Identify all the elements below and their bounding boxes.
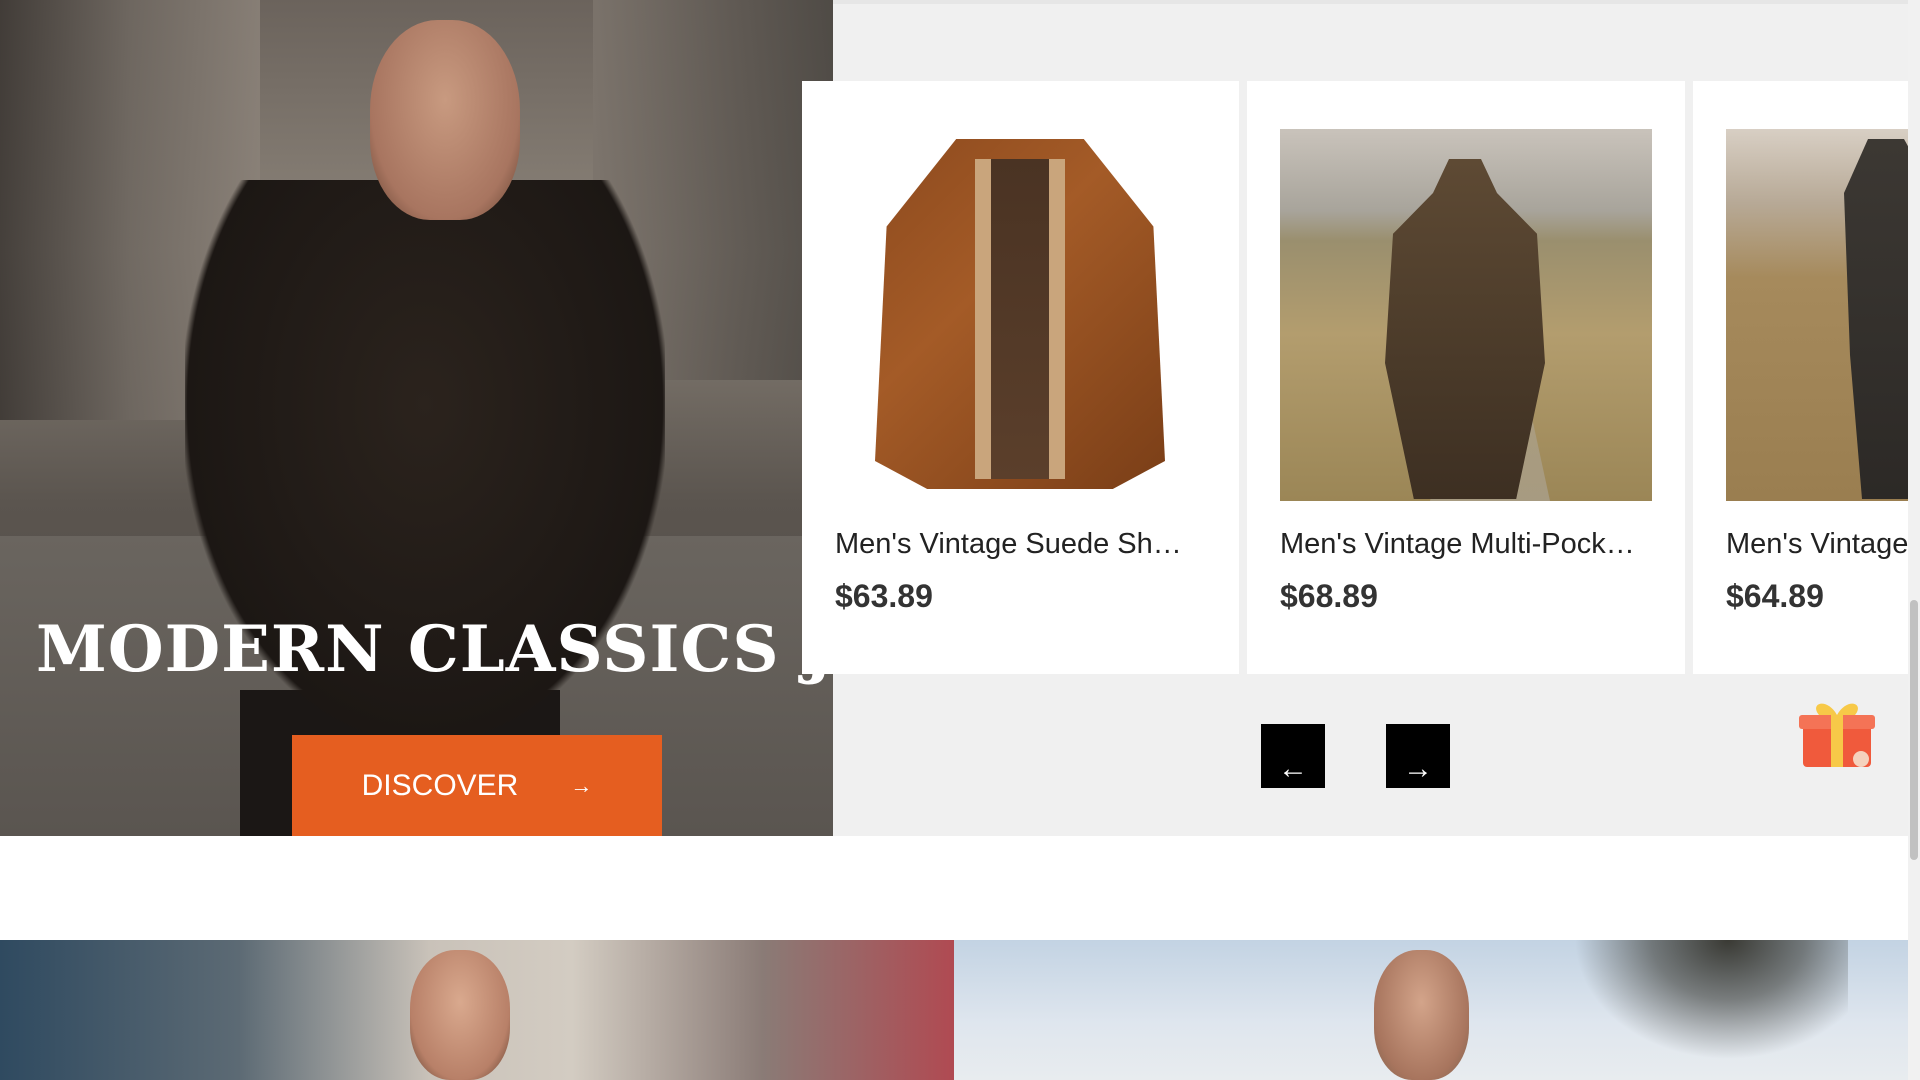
- collection-banner-right[interactable]: [954, 940, 1908, 1080]
- arrow-left-icon: ←: [1278, 752, 1308, 785]
- jacket-lining-graphic: [975, 159, 1065, 479]
- arrow-right-icon: →: [570, 772, 593, 798]
- product-name[interactable]: Men's Vintage Multi-Pock…: [1280, 528, 1660, 561]
- product-name[interactable]: Men's Vintage Suede Sh…: [835, 528, 1215, 561]
- arrow-right-icon: →: [1403, 752, 1433, 785]
- discover-button[interactable]: DISCOVER →: [292, 735, 662, 836]
- product-card[interactable]: Men's Vintage Suede Sh… $63.89: [802, 81, 1239, 674]
- product-name[interactable]: Men's Vintage: [1726, 528, 1908, 561]
- product-price: $64.89: [1726, 578, 1824, 614]
- model-coat-graphic: [1385, 159, 1545, 499]
- hero-title: MODERN CLASSICS JACKETS: [36, 612, 833, 687]
- model-head: [1374, 950, 1469, 1080]
- product-image[interactable]: [1726, 129, 1908, 501]
- scrollbar-thumb[interactable]: [1910, 600, 1918, 860]
- carousel-next-button[interactable]: →: [1386, 724, 1450, 788]
- product-image[interactable]: [835, 129, 1207, 501]
- product-card[interactable]: Men's Vintage $64.89: [1693, 81, 1908, 674]
- page-scrollbar[interactable]: [1908, 0, 1920, 1080]
- model-head: [410, 950, 510, 1080]
- product-image[interactable]: [1280, 129, 1652, 501]
- gift-icon-graphic: [1799, 703, 1875, 767]
- carousel-prev-button[interactable]: ←: [1261, 724, 1325, 788]
- model-coat-graphic: [1844, 139, 1908, 499]
- product-price: $63.89: [835, 578, 933, 614]
- collection-banner-left[interactable]: [0, 940, 954, 1080]
- gift-icon[interactable]: [1797, 693, 1877, 773]
- product-card[interactable]: Men's Vintage Multi-Pock… $68.89: [1247, 81, 1685, 674]
- hero-banner: MODERN CLASSICS JACKETS DISCOVER →: [0, 0, 833, 836]
- background-tree: [1548, 940, 1848, 1080]
- divider: [833, 0, 1908, 4]
- model-head: [370, 20, 520, 220]
- product-price: $68.89: [1280, 578, 1378, 614]
- discover-button-label: DISCOVER: [361, 768, 519, 802]
